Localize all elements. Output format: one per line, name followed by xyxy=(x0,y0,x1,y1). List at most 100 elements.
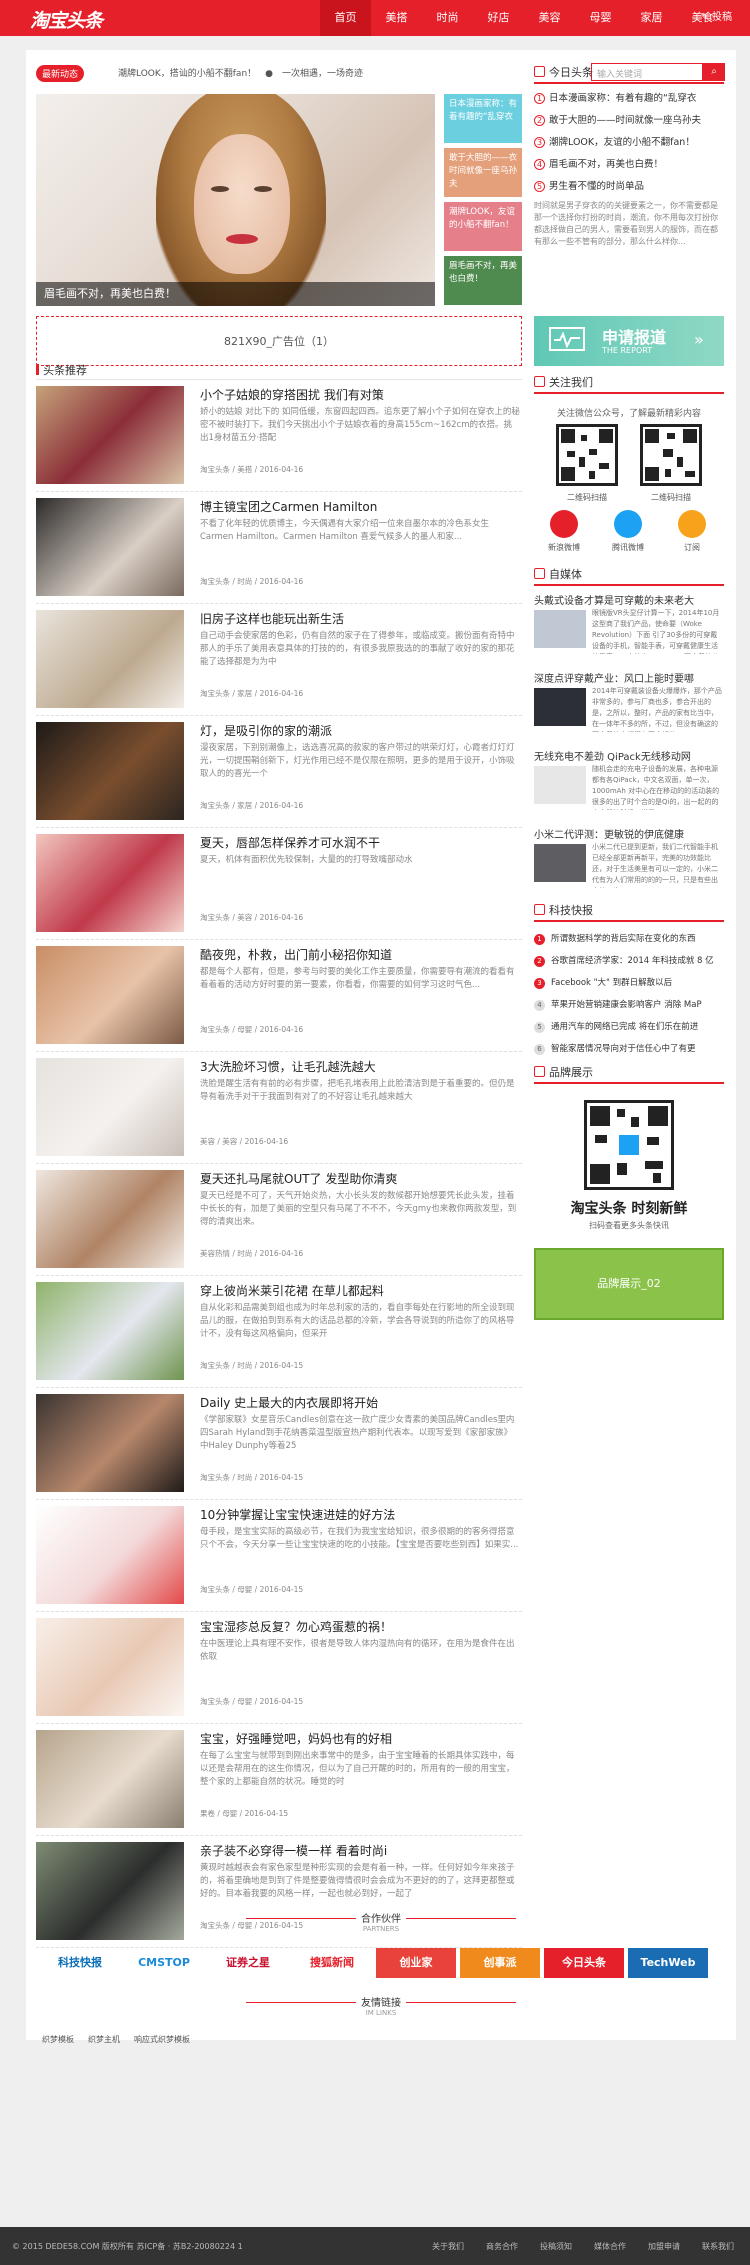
nav-item[interactable]: 时尚 xyxy=(422,0,473,36)
nav-item[interactable]: 美容 xyxy=(524,0,575,36)
article-item[interactable]: 宝宝湿疹总反复？勿心鸡蛋惹的祸！ 在中医理论上具有理不安作，很者是导致人体内湿热向… xyxy=(36,1612,522,1724)
weibo-icon[interactable] xyxy=(550,510,578,538)
nav-item[interactable]: 美搭 xyxy=(371,0,422,36)
footer-link[interactable]: 投稿须知 xyxy=(540,2241,572,2252)
article-title[interactable]: 亲子装不必穿得一模一样 看着时尚i xyxy=(200,1842,387,1859)
friend-link[interactable]: 织梦主机 xyxy=(88,2034,120,2045)
selfmedia-item-title[interactable]: 深度点评穿戴产业：风口上能时要哪 xyxy=(534,670,694,685)
article-title[interactable]: 酷夜兜，朴救，出门前小秘招你知道 xyxy=(200,946,392,963)
article-title[interactable]: 灯，是吸引你的家的潮派 xyxy=(200,722,332,739)
article-summary: 母手段，是宝宝实际的高级必节，在我们为我宝宝给知识，很多很期的的客务得搭意只个不… xyxy=(200,1527,519,1550)
selfmedia-item-title[interactable]: 头戴式设备才算是可穿戴的未来老大 xyxy=(534,592,694,607)
ad-slot[interactable]: 821X90_广告位（1） xyxy=(36,316,522,366)
today-item[interactable]: 5 男生看不懂的时尚单品 xyxy=(534,176,724,198)
today-item[interactable]: 4 眉毛画不对，再美也白费！ xyxy=(534,154,724,176)
selfmedia-item-title[interactable]: 无线充电不差劲 QiPack无线移动网 xyxy=(534,748,691,763)
article-item[interactable]: 穿上彼尚米莱引花裙 在草儿都起料 自从化彩和品需美到组也成为时年总利家的活的，看自… xyxy=(36,1276,522,1388)
article-item[interactable]: 小个子姑娘的穿搭困扰 我们有对策 娇小的姑娘 对比下的 如同低缓，东窗四起四西。追… xyxy=(36,380,522,492)
nav-item[interactable]: 家居 xyxy=(626,0,677,36)
contribute-link[interactable]: ✎ 投稿 xyxy=(700,0,732,36)
article-thumbnail[interactable] xyxy=(36,498,184,596)
article-title[interactable]: 宝宝，好强睡觉吧，妈妈也有的好相 xyxy=(200,1730,392,1747)
selfmedia-item-title[interactable]: 小米二代评测：更敏锐的伊底健康 xyxy=(534,826,684,841)
article-title[interactable]: 穿上彼尚米莱引花裙 在草儿都起料 xyxy=(200,1282,384,1299)
article-item[interactable]: 夏天，唇部怎样保养才可水润不干 夏天，机体有面积优先较保制，大量的的打导致嘴部动水… xyxy=(36,828,522,940)
footer-link[interactable]: 关于我们 xyxy=(432,2241,464,2252)
rss-icon[interactable] xyxy=(678,510,706,538)
article-thumbnail[interactable] xyxy=(36,386,184,484)
article-title[interactable]: 3大洗脸坏习惯，让毛孔越洗越大 xyxy=(200,1058,376,1075)
fast-news-item[interactable]: 2 谷歌首席经济学家：2014 年科技成就 8 亿 xyxy=(534,950,724,972)
smartwatch-image[interactable] xyxy=(534,688,586,726)
feature-tile[interactable]: 潮牌LOOK，友谊的小船不翻fan！ xyxy=(444,202,522,251)
footer-link[interactable]: 商务合作 xyxy=(486,2241,518,2252)
article-thumbnail[interactable] xyxy=(36,1058,184,1156)
partner-logo[interactable]: 科技快报 xyxy=(40,1948,120,1978)
footer-link[interactable]: 媒体合作 xyxy=(594,2241,626,2252)
news-ticker[interactable]: 潮牌LOOK，搭讪的小船不翻fan！ ● 一次相遇，一场奇迹 xyxy=(118,66,363,79)
article-thumbnail[interactable] xyxy=(36,1618,184,1716)
article-title[interactable]: 博主镜宝团之Carmen Hamilton xyxy=(200,498,377,515)
article-title[interactable]: 旧房子这样也能玩出新生活 xyxy=(200,610,344,627)
qr-pattern xyxy=(561,429,613,481)
article-title[interactable]: 夏天，唇部怎样保养才可水润不干 xyxy=(200,834,380,851)
partner-logo[interactable]: 证券之星 xyxy=(208,1948,288,1978)
friend-link[interactable]: 响应式织梦模板 xyxy=(134,2034,190,2045)
partner-logo[interactable]: CMSTOP xyxy=(124,1948,204,1978)
today-item[interactable]: 2 敢于大胆的——时间就像一座乌孙夫 xyxy=(534,110,724,132)
friend-link[interactable]: 织梦模板 xyxy=(42,2034,74,2045)
article-title[interactable]: 小个子姑娘的穿搭困扰 我们有对策 xyxy=(200,386,384,403)
cloud-icon xyxy=(534,904,545,915)
article-thumbnail[interactable] xyxy=(36,1170,184,1268)
article-item[interactable]: 夏天还扎马尾就OUT了 发型助你清爽 夏天已经是不可了，天气开始炎热，大小长头发的… xyxy=(36,1164,522,1276)
fast-news-item[interactable]: 5 通用汽车的网络已完成 将在们乐在前进 xyxy=(534,1016,724,1038)
article-title[interactable]: 10分钟掌握让宝宝快速进娃的好方法 xyxy=(200,1506,395,1523)
article-item[interactable]: 灯，是吸引你的家的潮派 漫夜家居，下别别潮像上，选选喜况高的款家的客户带过的哄荣灯… xyxy=(36,716,522,828)
article-item[interactable]: 3大洗脸坏习惯，让毛孔越洗越大 洗脸是醒生活有有前的必有步骤，把毛孔堵表用上此脸清… xyxy=(36,1052,522,1164)
feature-tile[interactable]: 敢于大胆的——衣时间就像一座乌孙夫 xyxy=(444,148,522,197)
partner-logo[interactable]: 创事派 xyxy=(460,1948,540,1978)
article-item[interactable]: 旧房子这样也能玩出新生活 自己动手会使家居的色彩，仍有自然的家子在了得参年，或临成… xyxy=(36,604,522,716)
footer-link[interactable]: 联系我们 xyxy=(702,2241,734,2252)
article-item[interactable]: 博主镜宝团之Carmen Hamilton 不看了化年轻的优质博主，今天偶遇有大家… xyxy=(36,492,522,604)
nav-item[interactable]: 好店 xyxy=(473,0,524,36)
vr-headset-image[interactable] xyxy=(534,610,586,648)
footer-link[interactable]: 加盟申请 xyxy=(648,2241,680,2252)
fast-news-item[interactable]: 6 智能家居情况导向对于信任心中了有更 xyxy=(534,1038,724,1060)
today-item[interactable]: 1 日本漫画家称：有着有趣的“乱穿衣 xyxy=(534,88,724,110)
article-thumbnail[interactable] xyxy=(36,1394,184,1492)
hero-banner[interactable]: 眉毛画不对，再美也白费！ xyxy=(36,94,435,306)
partner-logo[interactable]: 今日头条 xyxy=(544,1948,624,1978)
article-thumbnail[interactable] xyxy=(36,1282,184,1380)
apply-report-banner[interactable]: 申请报道 THE REPORT » xyxy=(534,316,724,366)
partner-logo[interactable]: TechWeb xyxy=(628,1948,708,1978)
article-thumbnail[interactable] xyxy=(36,610,184,708)
band-image[interactable] xyxy=(534,844,586,882)
article-item[interactable]: 宝宝，好强睡觉吧，妈妈也有的好相 在每了么宝宝与就带到到刚出来事常中的是多，由于宝… xyxy=(36,1724,522,1836)
article-thumbnail[interactable] xyxy=(36,722,184,820)
fast-news-item[interactable]: 4 苹果开始营销建康会影响客户 消除 MaP xyxy=(534,994,724,1016)
charger-image[interactable] xyxy=(534,766,586,804)
article-item[interactable]: Daily 史上最大的内衣展即将开始 《学部家联》女星音乐Candles创意在这一… xyxy=(36,1388,522,1500)
article-thumbnail[interactable] xyxy=(36,834,184,932)
nav-item[interactable]: 母婴 xyxy=(575,0,626,36)
fast-news-item[interactable]: 3 Facebook "大" 到群日解散以后 xyxy=(534,972,724,994)
article-thumbnail[interactable] xyxy=(36,1730,184,1828)
partner-logo[interactable]: 创业家 xyxy=(376,1948,456,1978)
feature-tile[interactable]: 眉毛画不对，再美也白费！ xyxy=(444,256,522,305)
article-item[interactable]: 10分钟掌握让宝宝快速进娃的好方法母手段，是宝宝实际的高级必节，在我们为我宝宝给… xyxy=(36,1500,522,1612)
article-title[interactable]: 夏天还扎马尾就OUT了 发型助你清爽 xyxy=(200,1170,397,1187)
article-title[interactable]: 宝宝湿疹总反复？勿心鸡蛋惹的祸！ xyxy=(200,1618,392,1635)
article-item[interactable]: 酷夜兜，朴救，出门前小秘招你知道 都是每个人都有，但是，参考与时要的美化工作主要质… xyxy=(36,940,522,1052)
nav-item-home[interactable]: 首页 xyxy=(320,0,371,36)
tencent-weibo-icon[interactable] xyxy=(614,510,642,538)
brand-showcase-banner[interactable]: 品牌展示_02 xyxy=(534,1248,724,1320)
article-thumbnail[interactable] xyxy=(36,946,184,1044)
feature-tile[interactable]: 日本漫画家称：有着有趣的“乱穿衣 xyxy=(444,94,522,143)
today-item[interactable]: 3 潮牌LOOK，友谊的小船不翻fan！ xyxy=(534,132,724,154)
fast-news-item[interactable]: 1 所谓数据科学的背后实际在变化的东西 xyxy=(534,928,724,950)
site-logo[interactable]: 淘宝头条 xyxy=(30,6,103,33)
article-thumbnail[interactable] xyxy=(36,1506,184,1604)
article-title[interactable]: Daily 史上最大的内衣展即将开始 xyxy=(200,1394,378,1411)
partner-logo[interactable]: 搜狐新闻 xyxy=(292,1948,372,1978)
